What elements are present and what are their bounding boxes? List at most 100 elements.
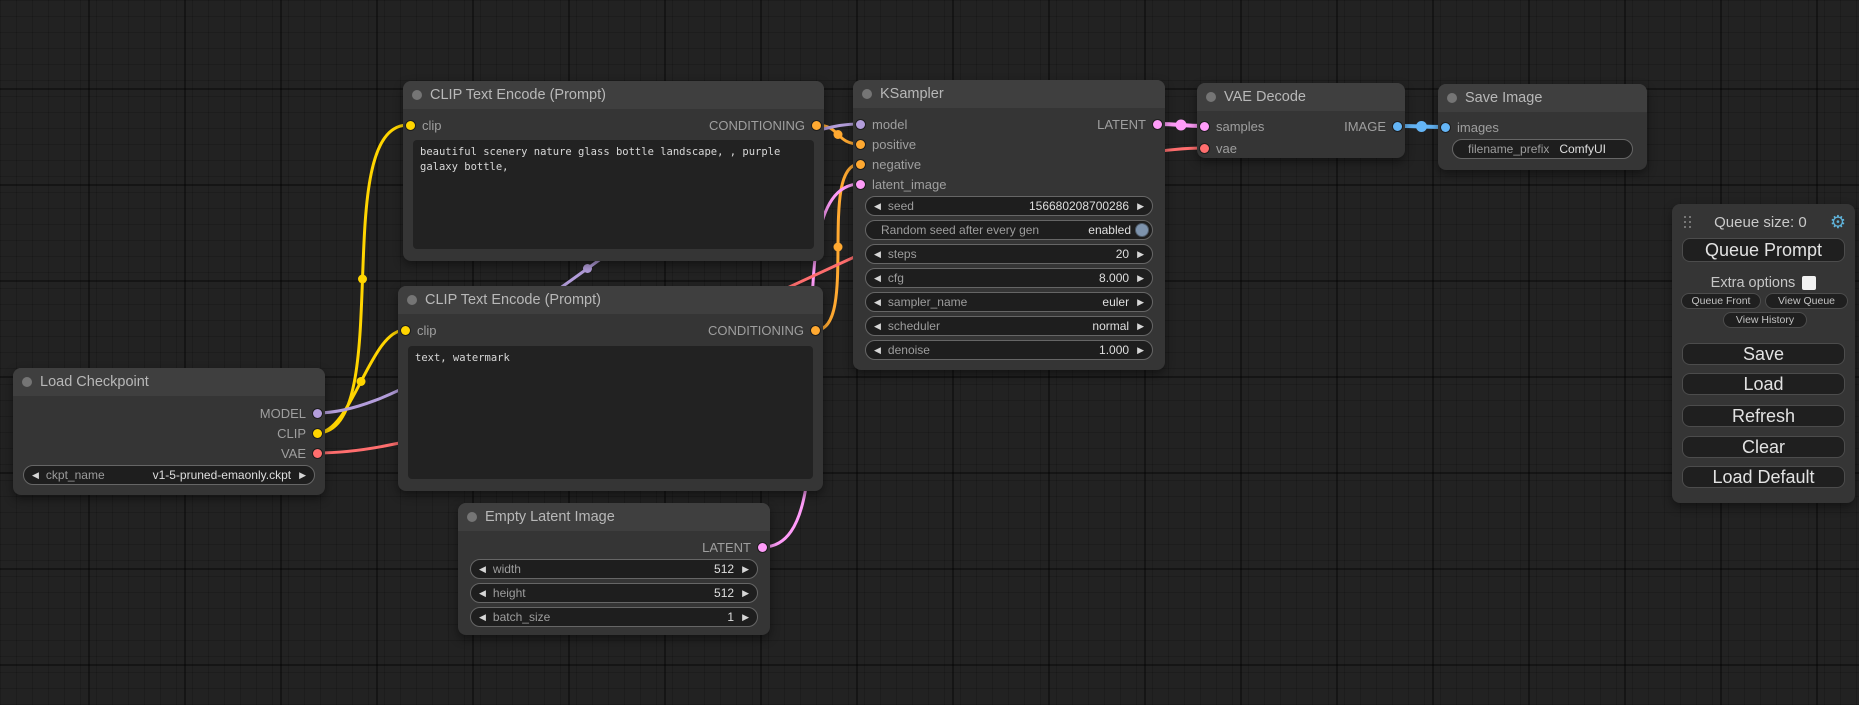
node-title-bar[interactable]: Empty Latent Image (458, 503, 770, 531)
output-slot-vae[interactable]: VAE (281, 444, 322, 462)
steps-widget[interactable]: ◀ steps 20 ▶ (865, 244, 1153, 264)
drag-handle-icon[interactable] (1684, 216, 1691, 228)
collapse-dot-icon[interactable] (412, 90, 422, 100)
next-arrow-icon[interactable]: ▶ (1137, 202, 1144, 211)
node-clip-text-encode-negative[interactable]: CLIP Text Encode (Prompt) clip CONDITION… (398, 286, 823, 491)
clip-port-icon[interactable] (313, 429, 322, 438)
node-vae-decode[interactable]: VAE Decode samples vae IMAGE (1197, 83, 1405, 158)
next-arrow-icon[interactable]: ▶ (1137, 298, 1144, 307)
sampler-name-widget[interactable]: ◀ sampler_name euler ▶ (865, 292, 1153, 312)
input-slot-model[interactable]: model (856, 115, 907, 133)
next-arrow-icon[interactable]: ▶ (1137, 250, 1144, 259)
prev-arrow-icon[interactable]: ◀ (874, 202, 881, 211)
node-title-bar[interactable]: CLIP Text Encode (Prompt) (398, 286, 823, 314)
save-button[interactable]: Save (1682, 343, 1845, 365)
ckpt-name-widget[interactable]: ◀ ckpt_name v1-5-pruned-emaonly.ckpt ▶ (23, 465, 315, 485)
prev-arrow-icon[interactable]: ◀ (874, 250, 881, 259)
collapse-dot-icon[interactable] (1447, 93, 1457, 103)
output-slot-clip[interactable]: CLIP (277, 424, 322, 442)
prev-arrow-icon[interactable]: ◀ (479, 589, 486, 598)
height-widget[interactable]: ◀ height 512 ▶ (470, 583, 758, 603)
link-dot-latent2[interactable] (1176, 120, 1187, 131)
prev-arrow-icon[interactable]: ◀ (874, 298, 881, 307)
link-dot-conditioning-negative[interactable] (834, 243, 843, 252)
latent-port-icon[interactable] (1153, 120, 1162, 129)
node-ksampler[interactable]: KSampler model positive negative latent_… (853, 80, 1165, 370)
image-port-icon[interactable] (1441, 123, 1450, 132)
output-slot-latent[interactable]: LATENT (702, 538, 767, 556)
conditioning-port-icon[interactable] (856, 160, 865, 169)
vae-port-icon[interactable] (1200, 144, 1209, 153)
output-slot-image[interactable]: IMAGE (1344, 117, 1402, 135)
node-clip-text-encode-positive[interactable]: CLIP Text Encode (Prompt) clip CONDITION… (403, 81, 824, 261)
filename-prefix-widget[interactable]: filename_prefix ComfyUI (1452, 139, 1633, 159)
view-queue-button[interactable]: View Queue (1765, 293, 1848, 309)
load-button[interactable]: Load (1682, 373, 1845, 395)
collapse-dot-icon[interactable] (22, 377, 32, 387)
input-slot-negative[interactable]: negative (856, 155, 921, 173)
collapse-dot-icon[interactable] (407, 295, 417, 305)
prev-arrow-icon[interactable]: ◀ (874, 346, 881, 355)
conditioning-port-icon[interactable] (812, 121, 821, 130)
link-dot-clip-positive[interactable] (358, 275, 367, 284)
link-dot-model[interactable] (583, 264, 592, 273)
output-slot-conditioning[interactable]: CONDITIONING (708, 321, 820, 339)
next-arrow-icon[interactable]: ▶ (1137, 274, 1144, 283)
latent-port-icon[interactable] (758, 543, 767, 552)
input-slot-images[interactable]: images (1441, 118, 1499, 136)
node-title-bar[interactable]: VAE Decode (1197, 83, 1405, 111)
input-slot-latent-image[interactable]: latent_image (856, 175, 946, 193)
input-slot-positive[interactable]: positive (856, 135, 916, 153)
output-slot-model[interactable]: MODEL (260, 404, 322, 422)
prev-arrow-icon[interactable]: ◀ (874, 274, 881, 283)
link-dot-conditioning-positive[interactable] (834, 130, 843, 139)
toggle-circle-icon[interactable] (1135, 223, 1149, 237)
queue-prompt-button[interactable]: Queue Prompt (1682, 238, 1845, 262)
denoise-widget[interactable]: ◀ denoise 1.000 ▶ (865, 340, 1153, 360)
output-slot-latent[interactable]: LATENT (1097, 115, 1162, 133)
view-history-button[interactable]: View History (1723, 312, 1807, 328)
prev-arrow-icon[interactable]: ◀ (32, 471, 39, 480)
node-title-bar[interactable]: KSampler (853, 80, 1165, 108)
width-widget[interactable]: ◀ width 512 ▶ (470, 559, 758, 579)
clip-port-icon[interactable] (406, 121, 415, 130)
node-title-bar[interactable]: Load Checkpoint (13, 368, 325, 396)
positive-prompt-textarea[interactable]: beautiful scenery nature glass bottle la… (413, 140, 814, 249)
batch-size-widget[interactable]: ◀ batch_size 1 ▶ (470, 607, 758, 627)
next-arrow-icon[interactable]: ▶ (1137, 322, 1144, 331)
prev-arrow-icon[interactable]: ◀ (479, 565, 486, 574)
negative-prompt-textarea[interactable]: text, watermark (408, 346, 813, 479)
node-title-bar[interactable]: CLIP Text Encode (Prompt) (403, 81, 824, 109)
queue-front-button[interactable]: Queue Front (1681, 293, 1761, 309)
next-arrow-icon[interactable]: ▶ (299, 471, 306, 480)
input-slot-clip[interactable]: clip (406, 116, 442, 134)
conditioning-port-icon[interactable] (811, 326, 820, 335)
input-slot-vae[interactable]: vae (1200, 139, 1237, 157)
node-title-bar[interactable]: Save Image (1438, 84, 1647, 112)
input-slot-clip[interactable]: clip (401, 321, 437, 339)
input-slot-samples[interactable]: samples (1200, 117, 1264, 135)
next-arrow-icon[interactable]: ▶ (742, 613, 749, 622)
next-arrow-icon[interactable]: ▶ (742, 589, 749, 598)
image-port-icon[interactable] (1393, 122, 1402, 131)
node-empty-latent-image[interactable]: Empty Latent Image LATENT ◀ width 512 ▶ … (458, 503, 770, 635)
model-port-icon[interactable] (856, 120, 865, 129)
prev-arrow-icon[interactable]: ◀ (479, 613, 486, 622)
load-default-button[interactable]: Load Default (1682, 466, 1845, 488)
extra-options-checkbox[interactable] (1802, 276, 1816, 290)
prev-arrow-icon[interactable]: ◀ (874, 322, 881, 331)
random-seed-toggle-widget[interactable]: Random seed after every gen enabled (865, 220, 1153, 240)
node-save-image[interactable]: Save Image images filename_prefix ComfyU… (1438, 84, 1647, 170)
latent-port-icon[interactable] (856, 180, 865, 189)
output-slot-conditioning[interactable]: CONDITIONING (709, 116, 821, 134)
link-dot-clip-negative[interactable] (357, 377, 366, 386)
model-port-icon[interactable] (313, 409, 322, 418)
seed-widget[interactable]: ◀ seed 156680208700286 ▶ (865, 196, 1153, 216)
collapse-dot-icon[interactable] (467, 512, 477, 522)
vae-port-icon[interactable] (313, 449, 322, 458)
conditioning-port-icon[interactable] (856, 140, 865, 149)
clear-button[interactable]: Clear (1682, 436, 1845, 458)
cfg-widget[interactable]: ◀ cfg 8.000 ▶ (865, 268, 1153, 288)
gear-icon[interactable]: ⚙ (1830, 213, 1846, 231)
link-dot-image[interactable] (1416, 121, 1427, 132)
